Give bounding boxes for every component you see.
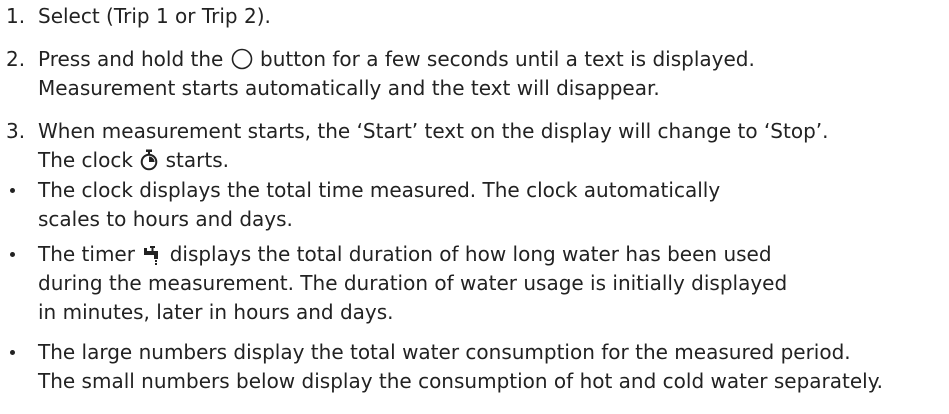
step-text-line: Measurement starts automatically and the… bbox=[38, 76, 660, 101]
stopwatch-icon bbox=[139, 149, 159, 179]
bullet-text-line: in minutes, later in hours and days. bbox=[38, 300, 394, 325]
step-text: Select (Trip 1 or Trip 2). bbox=[38, 4, 271, 28]
instructions-document: 1. Select (Trip 1 or Trip 2). 2. Press a… bbox=[0, 0, 949, 414]
bullet-marker bbox=[10, 350, 15, 355]
step-text-line: Press and hold the button for a few seco… bbox=[38, 45, 755, 74]
bullet-clock: The clock displays the total time measur… bbox=[0, 176, 720, 234]
step-number: 3. bbox=[6, 119, 26, 143]
step-text-part: The clock bbox=[38, 148, 133, 173]
bullet-text-line: The timer displays the total duration of… bbox=[38, 240, 787, 269]
bullet-text-part: displays the total duration of how long … bbox=[169, 242, 772, 266]
step-text-part: button for a few seconds until a text is… bbox=[260, 47, 755, 71]
bullet-marker bbox=[10, 252, 15, 257]
bullet-text-line: during the measurement. The duration of … bbox=[38, 271, 788, 296]
step-text-line: When measurement starts, the ‘Start’ tex… bbox=[38, 119, 829, 143]
bullet-numbers: The large numbers display the total wate… bbox=[0, 338, 883, 396]
step-1: 1. Select (Trip 1 or Trip 2). bbox=[0, 2, 271, 31]
step-text-part: Press and hold the bbox=[38, 47, 224, 71]
bullet-text-line: The clock displays the total time measur… bbox=[38, 178, 721, 202]
bullet-text-line: The small numbers below display the cons… bbox=[38, 369, 884, 394]
step-2: 2. Press and hold the button for a few s… bbox=[0, 45, 755, 103]
step-number: 2. bbox=[6, 47, 26, 71]
bullet-text-line: scales to hours and days. bbox=[38, 207, 293, 232]
step-number: 1. bbox=[6, 4, 26, 28]
step-text-line: The clock starts. bbox=[38, 146, 828, 175]
bullet-timer: The timer displays the total duration of… bbox=[0, 240, 787, 328]
step-text-part: starts. bbox=[165, 148, 229, 173]
bullet-text-line: The large numbers display the total wate… bbox=[38, 340, 851, 364]
bullet-marker bbox=[10, 188, 15, 193]
bullet-text-part: The timer bbox=[38, 242, 135, 266]
step-3: 3. When measurement starts, the ‘Start’ … bbox=[0, 117, 828, 175]
